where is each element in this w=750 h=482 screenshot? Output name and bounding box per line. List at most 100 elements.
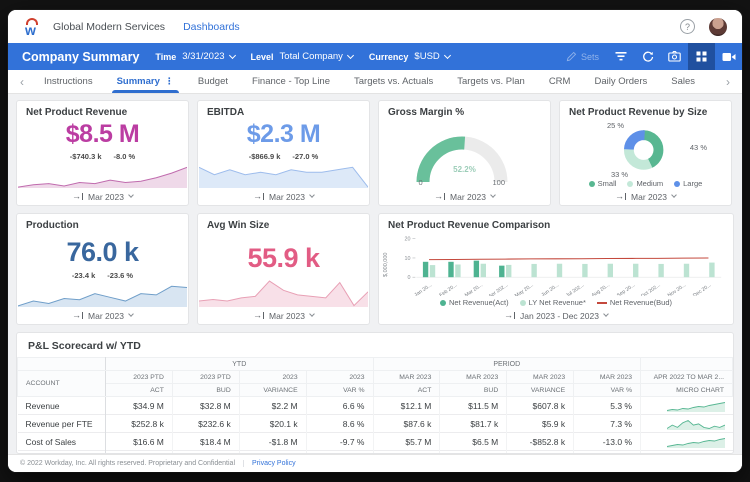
- tab-targets-vs-plan[interactable]: Targets vs. Plan: [445, 70, 537, 93]
- svg-text:Dec 20...: Dec 20...: [692, 282, 712, 296]
- kpi-deltas: -$740.3 k -8.0 %: [69, 151, 136, 161]
- value-cell: 27.6 %: [305, 450, 373, 453]
- column-subheader: ACT: [105, 383, 173, 397]
- help-icon[interactable]: ?: [680, 19, 695, 34]
- svg-text:0: 0: [407, 275, 410, 281]
- tab-daily-orders[interactable]: Daily Orders: [582, 70, 659, 93]
- kpi-value: $2.3 M: [246, 120, 321, 148]
- period-selector[interactable]: → Mar 2023: [379, 188, 550, 205]
- tab-menu-icon[interactable]: ⋮: [165, 76, 174, 87]
- grid-view-button[interactable]: [688, 43, 715, 70]
- tab-finance-top-line[interactable]: Finance - Top Line: [240, 70, 342, 93]
- tabs-scroll-right-button[interactable]: ›: [718, 70, 738, 93]
- chevron-down-icon: [346, 51, 354, 59]
- value-cell: $11.5 M: [439, 396, 507, 415]
- chevron-down-icon: [309, 192, 315, 198]
- account-cell: Revenue per FTE: [17, 414, 106, 433]
- workday-logo-icon[interactable]: w: [23, 17, 43, 38]
- chevron-down-icon: [671, 192, 677, 198]
- period-selector[interactable]: → Mar 2023: [198, 307, 369, 324]
- value-cell: $34.9 M: [105, 396, 173, 415]
- value-cell: $232.6 k: [171, 414, 240, 433]
- micro-chart: [640, 432, 733, 451]
- value-cell: $607.8 k: [506, 396, 574, 415]
- time-filter-value[interactable]: 3/31/2023: [182, 51, 236, 62]
- comparison-legend: Net Revenue(Act) LY Net Revenue* Net Rev…: [379, 296, 733, 307]
- value-cell: $18.3 M: [105, 450, 173, 453]
- table-row: Cost of Sales $16.6 M $18.4 M -$1.8 M -9.7 %…: [17, 432, 733, 451]
- account-cell: Cost of Sales: [17, 432, 106, 451]
- avatar[interactable]: [709, 17, 727, 36]
- privacy-policy-link[interactable]: Privacy Policy: [243, 460, 296, 467]
- value-cell: 5.3 %: [573, 396, 641, 415]
- tab-targets-vs-actuals[interactable]: Targets vs. Actuals: [342, 70, 445, 93]
- card-gross-margin: Gross Margin % 52.2% 0 100 → Mar 2023: [378, 100, 551, 206]
- table-row: Gross Margin$18.3 M$14.4 M$4.0 M27.6 %$6…: [17, 450, 733, 453]
- dashboard-toolbar: Company Summary Time 3/31/2023 Level Tot…: [8, 43, 742, 70]
- chevron-down-icon: [490, 192, 496, 198]
- column-header: 2023: [305, 370, 374, 384]
- tab-budget[interactable]: Budget: [186, 70, 240, 93]
- value-cell: $1.5 M: [506, 450, 574, 453]
- pie-label-medium: 33 %: [611, 170, 629, 179]
- table-row: Revenue $34.9 M $32.8 M $2.2 M 6.6 % $12.1 M $…: [17, 396, 733, 415]
- period-selector[interactable]: → Mar 2023: [17, 188, 188, 205]
- timeline-icon: →: [615, 191, 627, 201]
- value-cell: $81.7 k: [439, 414, 507, 433]
- period-selector[interactable]: → Jan 2023 - Dec 2023: [379, 307, 733, 324]
- svg-text:May 20...: May 20...: [514, 282, 535, 296]
- snapshot-button[interactable]: [661, 43, 688, 70]
- gauge-value: 52.2%: [453, 165, 476, 174]
- dashboards-link[interactable]: Dashboards: [183, 21, 240, 33]
- column-subheader: MICRO CHART: [640, 383, 733, 397]
- presentation-button[interactable]: [715, 43, 742, 70]
- period-selector[interactable]: → Mar 2023: [560, 188, 731, 205]
- period-selector[interactable]: → Mar 2023: [198, 188, 369, 205]
- pnl-scorecard: P&L Scorecard w/ YTD YTD PERIOD ACCOUNT 202…: [16, 332, 734, 454]
- page-title: Company Summary: [22, 49, 140, 64]
- refresh-icon: [642, 51, 653, 62]
- value-cell: 7.3 %: [573, 414, 641, 433]
- value-cell: $14.4 M: [171, 450, 240, 453]
- timeline-icon: →: [72, 310, 84, 320]
- column-header: 2023 PTD: [105, 370, 173, 384]
- value-cell: $6.5 M: [439, 432, 507, 451]
- value-cell: $6.4 M: [372, 450, 440, 453]
- timeline-icon: →: [72, 191, 84, 201]
- value-cell: $12.1 M: [372, 396, 440, 415]
- column-header: 2023 PTD: [171, 370, 240, 384]
- tab-summary[interactable]: Summary ⋮: [105, 70, 186, 93]
- revenue-by-size-donut: 25 % 43 % 33 %: [560, 119, 731, 179]
- value-cell: 6.6 %: [305, 396, 373, 415]
- svg-text:10: 10: [405, 256, 411, 262]
- kpi-value: $8.5 M: [65, 120, 140, 148]
- period-selector[interactable]: → Mar 2023: [17, 307, 188, 324]
- refresh-button[interactable]: [634, 43, 661, 70]
- card-title: Net Product Revenue by Size: [569, 107, 708, 118]
- column-header: MAR 2023: [506, 370, 575, 384]
- legend-dot-ly: [519, 299, 526, 306]
- tab-sales[interactable]: Sales: [659, 70, 707, 93]
- micro-chart: [640, 414, 733, 433]
- tab-production[interactable]: Production: [707, 70, 718, 93]
- column-header: APR 2022 TO MAR 2...: [640, 370, 733, 384]
- filter-button[interactable]: [607, 43, 634, 70]
- svg-text:Jan 20...: Jan 20...: [413, 282, 433, 296]
- svg-text:Feb 20...: Feb 20...: [438, 282, 458, 296]
- column-subheader: VAR %: [573, 383, 641, 397]
- sparkline-chart: [199, 164, 368, 188]
- kpi-value: 55.9 k: [247, 243, 320, 273]
- legend-dot-act: [440, 299, 446, 306]
- chevron-down-icon: [128, 192, 134, 198]
- level-filter-value[interactable]: Total Company: [280, 51, 354, 62]
- currency-filter-value[interactable]: $USD: [414, 51, 451, 62]
- value-cell: $16.6 M: [105, 432, 173, 451]
- chevron-down-icon: [603, 311, 609, 317]
- edit-sets-button[interactable]: Sets: [558, 43, 607, 70]
- tab-crm[interactable]: CRM: [537, 70, 583, 93]
- tabs-scroll-left-button[interactable]: ‹: [12, 70, 32, 93]
- value-cell: $20.1 k: [238, 414, 307, 433]
- tab-instructions[interactable]: Instructions: [32, 70, 105, 93]
- value-cell: $2.2 M: [238, 396, 307, 415]
- filter-icon: [615, 52, 626, 61]
